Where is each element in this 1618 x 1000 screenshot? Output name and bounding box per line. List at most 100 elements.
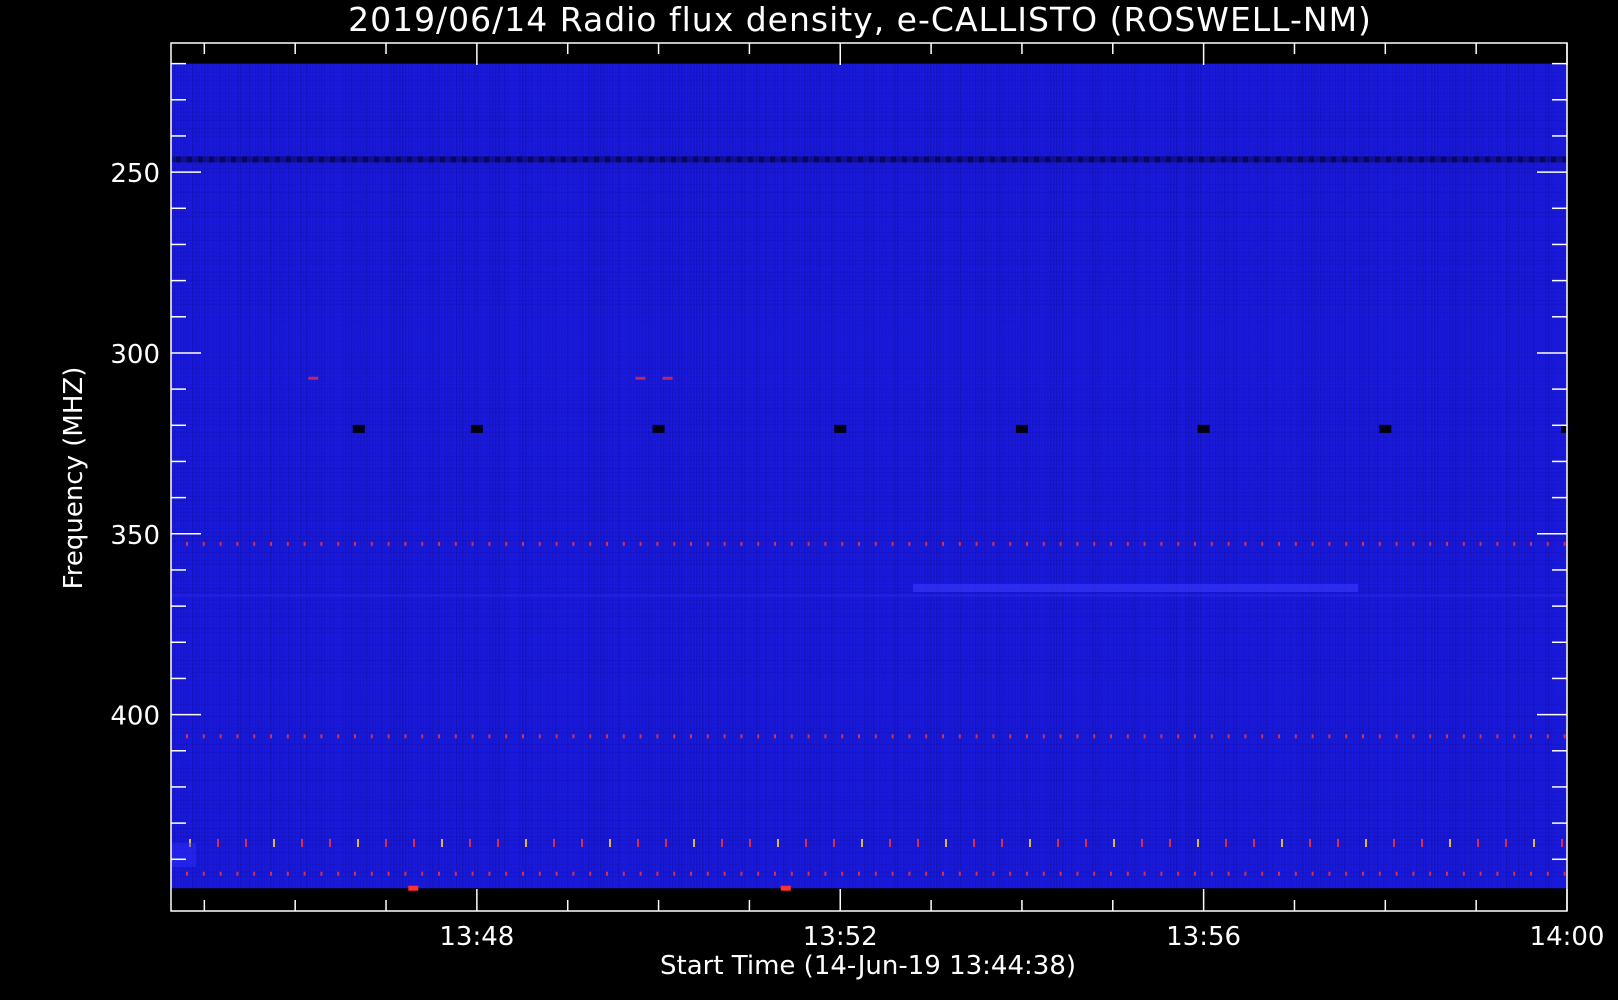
red-tick <box>1294 541 1297 546</box>
red-tick <box>975 734 978 739</box>
heatmap-noise-row <box>171 243 1567 246</box>
red-tick <box>1513 871 1516 876</box>
red-tick <box>807 541 810 546</box>
heatmap-noise-row <box>171 399 1567 402</box>
red-tick <box>958 734 961 739</box>
heatmap-noise-row <box>171 487 1567 490</box>
heatmap-noise-row <box>171 783 1567 786</box>
red-tick <box>219 871 222 876</box>
dark-band-mark <box>847 156 852 163</box>
red-tick <box>471 541 474 546</box>
red-tick <box>286 734 289 739</box>
red-tick <box>874 541 877 546</box>
heatmap-noise-row <box>171 739 1567 742</box>
dark-band-mark <box>396 156 401 163</box>
dark-band-mark <box>1100 156 1105 163</box>
heatmap-noise-row <box>171 355 1567 358</box>
heatmap-noise-row <box>171 255 1567 258</box>
red-tick <box>1110 541 1112 546</box>
dark-band-mark <box>1034 156 1039 163</box>
heatmap-noise-row <box>171 611 1567 614</box>
heatmap-noise-row <box>171 795 1567 798</box>
mixed-row-mark <box>1365 839 1367 848</box>
red-tick <box>992 871 995 876</box>
heatmap-noise-row <box>171 815 1567 818</box>
red-tick <box>1160 871 1163 876</box>
dark-band-mark <box>1397 156 1402 163</box>
heatmap-noise-row <box>171 191 1567 194</box>
red-tick <box>337 871 340 876</box>
heatmap-noise-row <box>171 307 1567 310</box>
heatmap-noise-row <box>171 643 1567 646</box>
mixed-row-mark <box>301 839 303 848</box>
red-tick <box>757 871 760 876</box>
red-tick <box>622 734 625 739</box>
heatmap-noise-row <box>171 524 1567 526</box>
red-tick <box>1126 734 1129 739</box>
heatmap-noise-row <box>171 407 1567 410</box>
red-tick <box>555 871 558 876</box>
heatmap-noise-row <box>171 856 1567 858</box>
mixed-row-mark <box>1001 839 1003 848</box>
mixed-row-mark <box>441 839 443 848</box>
red-tick <box>790 541 793 546</box>
red-tick <box>824 734 827 739</box>
red-tick <box>1244 871 1247 876</box>
heatmap-noise-row <box>171 703 1567 706</box>
red-tick <box>706 541 709 546</box>
red-tick <box>320 871 323 876</box>
red-tick <box>807 734 810 739</box>
red-tick <box>505 871 508 876</box>
red-tick <box>1395 871 1398 876</box>
dark-band-mark <box>440 156 445 163</box>
dark-band-mark <box>737 156 742 163</box>
red-tick <box>320 734 323 739</box>
red-tick <box>706 871 709 876</box>
mixed-row-mark <box>497 839 499 848</box>
red-tick <box>807 871 810 876</box>
heatmap-noise-row <box>171 415 1567 418</box>
red-tick <box>202 541 205 546</box>
red-tick <box>370 871 373 876</box>
red-tick <box>555 541 558 546</box>
red-tick <box>538 541 541 546</box>
red-tick <box>1210 871 1213 876</box>
red-tick <box>1160 734 1163 739</box>
red-tick <box>1412 734 1415 739</box>
heatmap-noise-row <box>171 411 1567 414</box>
heatmap-noise-row <box>171 403 1567 406</box>
red-tick <box>522 541 524 546</box>
heatmap-noise-row <box>171 811 1567 814</box>
red-tick <box>421 871 424 876</box>
heatmap-noise-row <box>171 631 1567 634</box>
red-tick <box>790 734 793 739</box>
mixed-row-mark <box>945 839 947 848</box>
heatmap-noise-row <box>171 599 1567 602</box>
red-tick <box>1496 871 1499 876</box>
red-tick <box>253 871 256 876</box>
mixed-row-mark <box>217 839 219 848</box>
mixed-row-mark <box>273 839 275 848</box>
heatmap-noise-row <box>171 223 1567 226</box>
red-tick <box>438 541 440 546</box>
heatmap-noise-row <box>171 203 1567 206</box>
heatmap-noise-row <box>171 327 1567 330</box>
heatmap-noise-row <box>171 863 1567 866</box>
red-tick <box>639 734 642 739</box>
heatmap-noise-row <box>171 687 1567 690</box>
heatmap-noise-row <box>171 735 1567 738</box>
heatmap-noise-row <box>171 799 1567 802</box>
faint-red-dot <box>635 376 646 380</box>
red-tick <box>236 734 239 739</box>
dark-band-mark <box>759 156 764 163</box>
red-tick <box>673 734 676 739</box>
heatmap-noise-row <box>171 683 1567 686</box>
heatmap-noise-row <box>171 127 1567 130</box>
dark-band-mark <box>363 156 368 163</box>
heatmap-noise-row <box>171 563 1567 566</box>
red-tick <box>925 734 928 739</box>
red-tick <box>690 541 692 546</box>
mixed-row-mark <box>861 839 863 848</box>
red-tick <box>1530 871 1532 876</box>
dark-dot <box>352 424 365 433</box>
